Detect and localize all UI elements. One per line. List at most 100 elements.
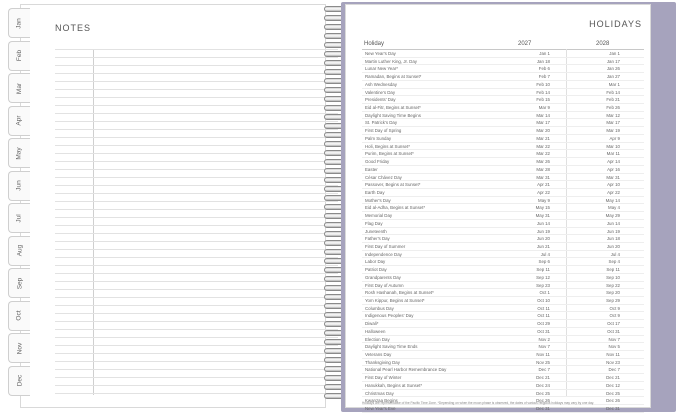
holiday-row: Earth Day Apr 22 Apr 22 (362, 189, 644, 197)
holiday-date-2028: Jun 20 (606, 243, 620, 249)
holiday-date-2028: Dec 31 (606, 406, 620, 412)
holiday-date-2027: Nov 25 (536, 359, 550, 365)
holiday-date-2028: Apr 14 (607, 159, 620, 165)
holiday-date-2027: Dec 31 (536, 406, 550, 412)
holiday-row: National Pearl Harbor Remembrance Day Dec… (362, 366, 644, 375)
holiday-name: Daylight Saving Time Ends (365, 344, 418, 350)
holiday-date-2027: Mar 22 (536, 151, 550, 157)
tab-apr[interactable]: Apr (8, 105, 30, 136)
ruled-line (55, 217, 338, 218)
holiday-date-2028: Apr 9 (609, 135, 621, 141)
ruled-line (55, 337, 338, 338)
holiday-row: Good Friday Mar 26 Apr 14 (362, 158, 644, 166)
holiday-date-2028: Dec 25 (606, 390, 620, 396)
ruled-line (55, 393, 338, 394)
holiday-row: Christmas Day Dec 25 Dec 25 (362, 390, 644, 398)
holiday-name: Patriot Day (365, 267, 387, 273)
holiday-row: Independence Day Jul 4 Jul 4 (362, 251, 644, 259)
ruled-line (55, 385, 338, 386)
holiday-date-2027: Jan 1 (539, 51, 550, 56)
holiday-row: First Day of Autumn Sep 23 Sep 22 (362, 282, 644, 290)
ruled-line (55, 73, 338, 74)
holiday-date-2028: Apr 16 (607, 166, 620, 172)
ruled-line (55, 289, 338, 290)
holiday-row: Hanukkah, Begins at Sunset* Dec 24 Dec 12 (362, 382, 644, 390)
holiday-date-2027: Sep 6 (538, 259, 550, 265)
holiday-row: Presidents' Day Feb 15 Feb 21 (362, 96, 644, 105)
ruled-line (55, 97, 338, 98)
ruled-line (55, 233, 338, 234)
tab-jan[interactable]: Jan (8, 8, 30, 38)
holiday-name: Diwali* (365, 321, 379, 327)
holiday-date-2027: Sep 23 (536, 282, 550, 288)
holiday-row: New Year's Day Jan 1 Jan 1 (362, 50, 644, 58)
notes-lines-area[interactable] (55, 47, 338, 403)
holiday-row: Indigenous Peoples' Day Oct 11 Oct 9 (362, 312, 644, 321)
holiday-date-2028: Nov 7 (608, 336, 620, 342)
ruled-line (55, 105, 338, 106)
holiday-name: Memorial Day (365, 213, 393, 219)
holiday-row: Flag Day Jun 14 Jun 14 (362, 220, 644, 228)
year2-column-header: 2028 (596, 41, 610, 47)
holiday-date-2027: Oct 31 (537, 328, 550, 334)
holiday-date-2027: Dec 25 (536, 390, 550, 396)
tab-oct[interactable]: Oct (8, 300, 30, 331)
tab-jul[interactable]: Jul (8, 203, 30, 233)
tab-sep[interactable]: Sep (8, 268, 30, 298)
holiday-name: Passover, Begins at Sunset* (365, 182, 421, 188)
ruled-line (55, 201, 338, 202)
holiday-date-2028: May 4 (608, 205, 620, 211)
tab-may[interactable]: May (8, 138, 30, 168)
holiday-name: First Day of Summer (365, 243, 406, 249)
holiday-name: Labor Day (365, 259, 386, 265)
holiday-name: Indigenous Peoples' Day (365, 313, 414, 319)
holiday-row: Juneteenth Jun 19 Jun 19 (362, 228, 644, 236)
holiday-date-2027: Oct 10 (537, 298, 550, 303)
holiday-column-header: Holiday (364, 41, 385, 47)
holiday-row: Veterans Day Nov 11 Nov 11 (362, 351, 644, 359)
holiday-date-2027: Nov 2 (538, 336, 550, 342)
tab-feb[interactable]: Feb (8, 40, 30, 71)
holiday-name: Rosh Hashanah, Begins at Sunset* (365, 290, 434, 296)
notes-title: NOTES (55, 23, 92, 33)
holiday-row: First Day of Winter Dec 21 Dec 21 (362, 374, 644, 382)
holiday-date-2027: Jun 21 (536, 243, 550, 249)
holiday-date-2028: Jun 18 (606, 236, 620, 242)
holiday-date-2028: Sep 22 (606, 282, 620, 288)
ruled-line (55, 241, 338, 242)
tab-jun[interactable]: Jun (8, 170, 30, 201)
holiday-date-2027: Mar 28 (536, 166, 550, 172)
tab-dec[interactable]: Dec (8, 365, 30, 396)
holiday-date-2027: Jun 20 (536, 236, 550, 242)
ruled-line (55, 257, 338, 258)
holiday-row: Daylight Saving Time Begins Mar 14 Mar 12 (362, 112, 644, 120)
holiday-row: Eid al-Adha, Begins at Sunset* May 15 May … (362, 204, 644, 213)
ruled-line (55, 121, 338, 122)
holiday-date-2027: May 31 (535, 213, 550, 219)
holiday-date-2028: Dec 12 (606, 382, 620, 388)
holiday-date-2027: May 15 (535, 205, 550, 211)
holiday-name: Eid al-Fitr, Begins at Sunset* (365, 105, 421, 111)
holiday-date-2028: Oct 9 (609, 305, 621, 311)
tab-label: Jan (15, 17, 23, 29)
holiday-name: Martin Luther King, Jr. Day (365, 58, 417, 64)
holiday-date-2028: Nov 11 (606, 352, 620, 358)
holiday-date-2027: Mar 17 (536, 120, 550, 126)
holiday-date-2028: Feb 14 (606, 89, 620, 95)
holiday-date-2027: Jan 18 (536, 58, 550, 64)
tab-aug[interactable]: Aug (8, 235, 30, 266)
holiday-name: Father's Day (365, 236, 390, 242)
ruled-line (55, 177, 338, 178)
holiday-date-2028: May 14 (605, 197, 620, 203)
holiday-row: Memorial Day May 31 May 29 (362, 212, 644, 220)
holiday-name: Christmas Day (365, 390, 394, 396)
holiday-row: Columbus Day Oct 11 Oct 9 (362, 305, 644, 313)
holiday-name: St. Patrick's Day (365, 120, 398, 126)
holiday-date-2027: Apr 21 (537, 182, 550, 188)
holiday-date-2028: Dec 7 (608, 367, 620, 373)
tab-mar[interactable]: Mar (8, 73, 30, 103)
tab-nov[interactable]: Nov (8, 333, 30, 363)
holiday-row: First Day of Spring Mar 20 Mar 19 (362, 127, 644, 135)
tab-label: Aug (15, 244, 23, 257)
holiday-name: National Pearl Harbor Remembrance Day (365, 367, 447, 373)
